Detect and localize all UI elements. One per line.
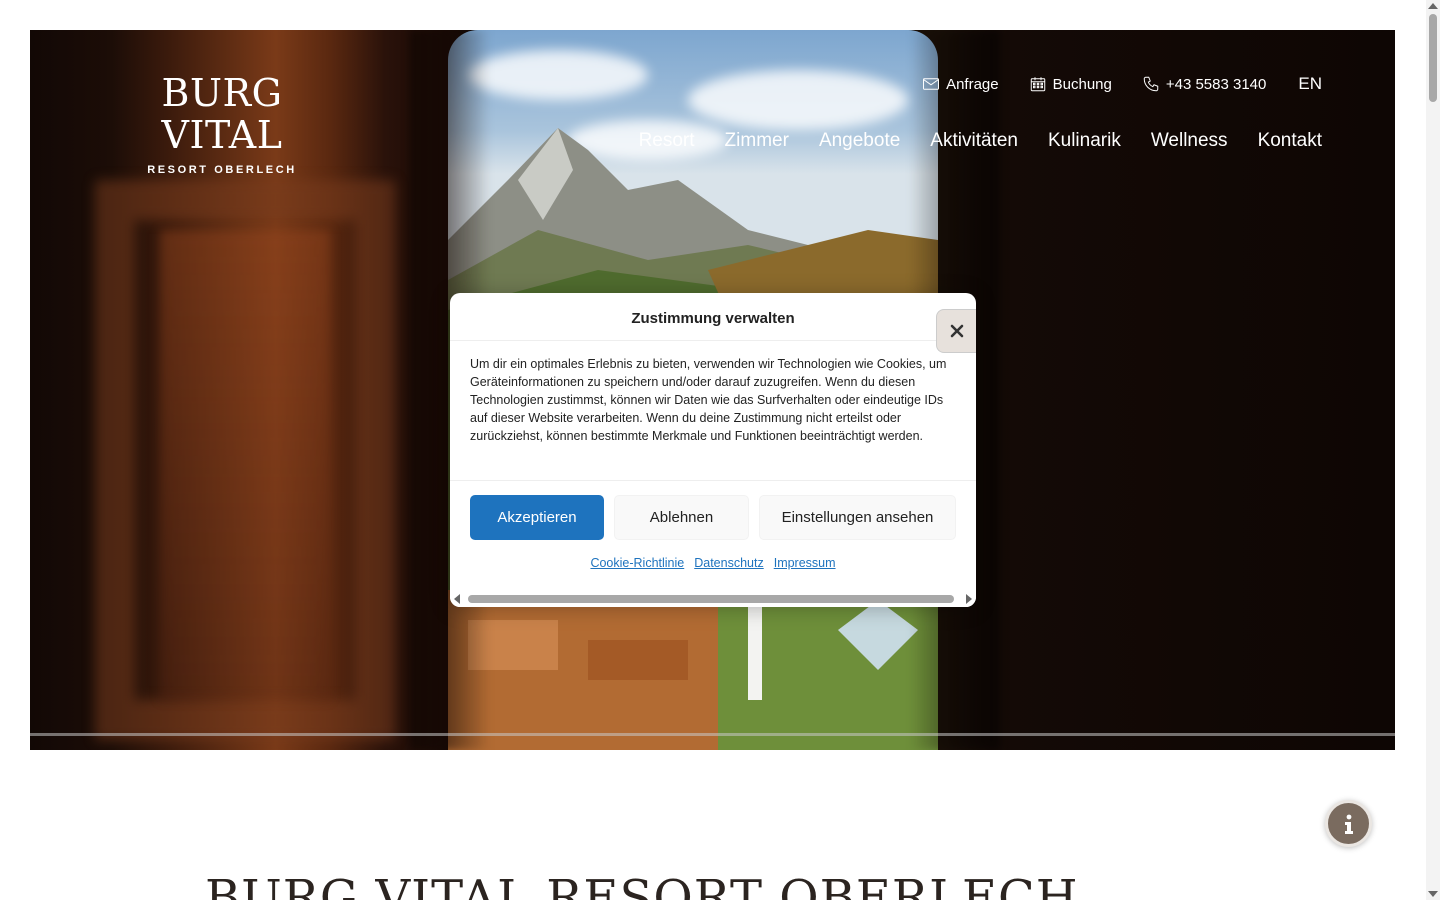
site-logo[interactable]: BURG VITAL RESORT OBERLECH (102, 72, 342, 176)
privacy-link[interactable]: Datenschutz (694, 556, 763, 570)
nav-item-angebote[interactable]: Angebote (819, 130, 900, 152)
phone-link[interactable]: +43 5583 3140 (1142, 75, 1267, 93)
consent-buttons: Akzeptieren Ablehnen Einstellungen anseh… (450, 481, 976, 540)
consent-body-text: Um dir ein optimales Erlebnis zu bieten,… (450, 341, 976, 481)
scroll-right-arrow-icon[interactable] (966, 594, 972, 604)
logo-sub-text: RESORT OBERLECH (147, 164, 297, 176)
consent-header: Zustimmung verwalten (450, 293, 976, 341)
top-links: Anfrage Buchung +43 5583 3140 EN (922, 74, 1322, 94)
accept-button[interactable]: Akzeptieren (470, 495, 604, 540)
scrollbar-thumb[interactable] (468, 595, 954, 603)
phone-label: +43 5583 3140 (1165, 75, 1267, 93)
logo-main-text: BURG VITAL (161, 71, 283, 157)
consent-title: Zustimmung verwalten (631, 310, 795, 327)
cookie-info-button[interactable] (1325, 800, 1372, 847)
phone-icon (1143, 76, 1159, 92)
envelope-icon (923, 78, 940, 90)
cookie-policy-link[interactable]: Cookie-Richtlinie (590, 556, 684, 570)
imprint-link[interactable]: Impressum (774, 556, 836, 570)
page-heading: BURG VITAL RESORT OBERLECH (205, 870, 1079, 900)
main-nav: Resort Zimmer Angebote Aktivitäten Kulin… (639, 130, 1322, 152)
page-vertical-scrollbar[interactable] (1426, 0, 1440, 900)
deny-button[interactable]: Ablehnen (614, 495, 749, 540)
scroll-left-arrow-icon[interactable] (454, 594, 460, 604)
scroll-up-arrow-icon[interactable] (1428, 3, 1438, 9)
view-settings-button[interactable]: Einstellungen ansehen (759, 495, 956, 540)
nav-item-kontakt[interactable]: Kontakt (1258, 130, 1322, 152)
nav-item-zimmer[interactable]: Zimmer (725, 130, 789, 152)
nav-item-aktivitaeten[interactable]: Aktivitäten (930, 130, 1018, 152)
language-switch[interactable]: EN (1298, 74, 1322, 94)
calendar-icon (1030, 77, 1045, 92)
page: BURG VITAL RESORT OBERLECH Anfrage Buchu… (0, 0, 1440, 900)
consent-links: Cookie-Richtlinie Datenschutz Impressum (450, 556, 976, 570)
info-icon (1344, 814, 1353, 834)
booking-link[interactable]: Buchung (1029, 75, 1112, 93)
nav-item-wellness[interactable]: Wellness (1151, 130, 1228, 152)
inquiry-label: Anfrage (946, 75, 999, 93)
video-progress-line (30, 733, 1395, 736)
consent-close-button[interactable] (936, 309, 976, 353)
consent-dialog: Zustimmung verwalten Um dir ein optimale… (450, 293, 976, 607)
page-scrollbar-thumb[interactable] (1429, 14, 1437, 102)
inquiry-link[interactable]: Anfrage (922, 75, 999, 93)
consent-horizontal-scrollbar[interactable] (450, 591, 976, 607)
nav-item-resort[interactable]: Resort (639, 130, 695, 152)
close-icon (950, 324, 963, 338)
booking-label: Buchung (1052, 75, 1112, 93)
scroll-down-arrow-icon[interactable] (1428, 891, 1438, 897)
nav-item-kulinarik[interactable]: Kulinarik (1048, 130, 1121, 152)
window-frame-inner (160, 230, 330, 700)
